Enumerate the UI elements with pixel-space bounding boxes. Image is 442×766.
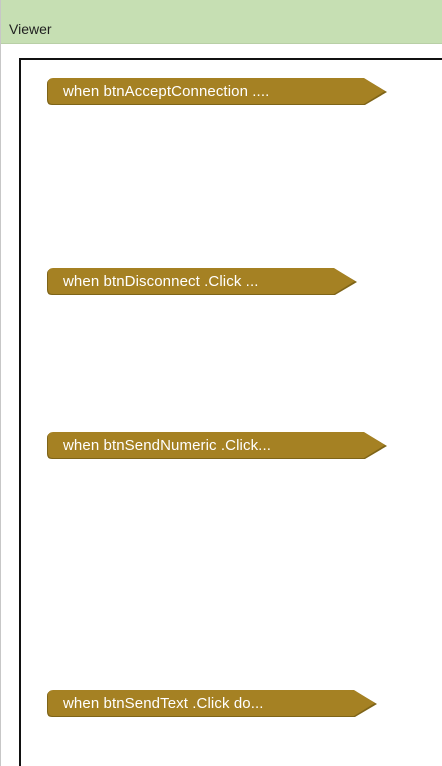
viewer-header: Viewer xyxy=(1,0,442,44)
event-block-label: when btnSendNumeric .Click... xyxy=(63,437,271,454)
event-block-label: when btnAcceptConnection .... xyxy=(63,83,270,100)
event-block-label: when btnSendText .Click do... xyxy=(63,695,264,712)
event-block-btn-send-text[interactable]: when btnSendText .Click do... xyxy=(47,690,387,718)
event-block-btn-disconnect[interactable]: when btnDisconnect .Click ... xyxy=(47,268,387,296)
blocks-workspace[interactable]: when btnAcceptConnection .... when btnDi… xyxy=(19,58,442,766)
viewer-panel: Viewer when btnAcceptConnection .... whe… xyxy=(0,0,442,766)
viewer-title: Viewer xyxy=(9,21,52,37)
event-block-btn-accept-connection[interactable]: when btnAcceptConnection .... xyxy=(47,78,387,106)
event-block-btn-send-numeric[interactable]: when btnSendNumeric .Click... xyxy=(47,432,387,460)
event-block-label: when btnDisconnect .Click ... xyxy=(63,273,259,290)
